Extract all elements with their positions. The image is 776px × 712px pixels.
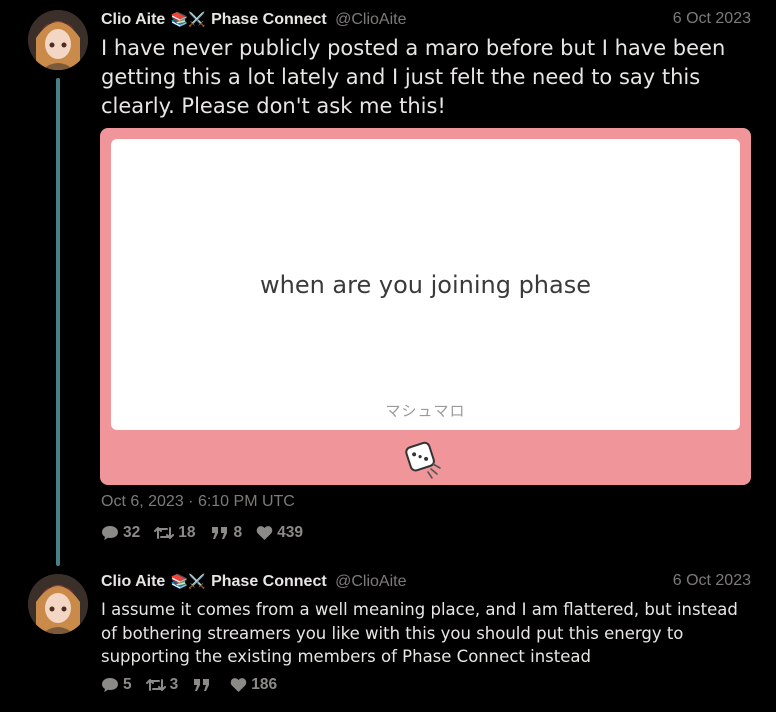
marshmallow-card: when are you joining phase マシュマロ (111, 139, 740, 430)
retweet-count[interactable]: 18 (154, 524, 196, 542)
tweet-reply: Clio Aite 📚⚔️ Phase Connect @ClioAite 6 … (0, 562, 776, 712)
comment-icon (102, 526, 118, 540)
quote-icon (211, 527, 227, 539)
marshmallow-brand: マシュマロ (385, 402, 466, 420)
reply-count[interactable]: 5 (101, 676, 132, 694)
tweet-date[interactable]: 6 Oct 2023 (673, 10, 751, 28)
tweet-header: Clio Aite 📚⚔️ Phase Connect @ClioAite 6 … (101, 10, 751, 30)
tweet-date[interactable]: 6 Oct 2023 (673, 572, 751, 590)
reply-count-value: 5 (123, 676, 132, 693)
like-count[interactable]: 439 (256, 524, 303, 542)
like-count-value: 186 (251, 676, 278, 693)
tweet-header: Clio Aite 📚⚔️ Phase Connect @ClioAite 6 … (101, 572, 751, 592)
quote-count[interactable] (192, 677, 216, 693)
author-emoji: 📚⚔️ (170, 11, 206, 27)
heart-icon (256, 526, 273, 540)
tweet-main: Clio Aite 📚⚔️ Phase Connect @ClioAite 6 … (0, 0, 776, 566)
tweet-stats: 32 18 8 439 (101, 523, 317, 543)
tweet-text: I have never publicly posted a maro befo… (101, 36, 726, 118)
tweet-stats: 5 3 186 (101, 675, 291, 695)
author-org: Phase Connect (211, 573, 327, 590)
tweet-text: I assume it comes from a well meaning pl… (101, 600, 738, 666)
marshmallow-dice-icon (405, 441, 441, 479)
display-name[interactable]: Clio Aite 📚⚔️ Phase Connect (101, 573, 331, 590)
retweet-icon (145, 679, 166, 691)
retweet-icon (154, 527, 175, 539)
media-attachment[interactable]: when are you joining phase マシュマロ (100, 128, 751, 485)
comment-icon (102, 678, 118, 692)
avatar[interactable] (28, 574, 88, 634)
avatar-image (28, 10, 88, 70)
reply-count-value: 32 (123, 524, 141, 541)
reply-count[interactable]: 32 (101, 524, 140, 542)
author-emoji: 📚⚔️ (170, 573, 206, 589)
display-name[interactable]: Clio Aite 📚⚔️ Phase Connect (101, 11, 331, 28)
author-handle[interactable]: @ClioAite (335, 11, 406, 28)
like-count-value: 439 (277, 524, 303, 541)
quote-count-value: 8 (233, 524, 243, 541)
quote-count[interactable]: 8 (210, 524, 243, 542)
marshmallow-question: when are you joining phase (259, 271, 591, 299)
avatar[interactable] (28, 10, 88, 70)
quote-icon (194, 679, 210, 691)
like-count[interactable]: 186 (230, 676, 277, 694)
heart-icon (230, 678, 247, 692)
avatar-image (28, 574, 88, 634)
author-name: Clio Aite (101, 573, 166, 590)
thread-line (56, 78, 60, 566)
author-name: Clio Aite (101, 11, 166, 28)
author-org: Phase Connect (211, 11, 327, 28)
author-handle[interactable]: @ClioAite (335, 573, 406, 590)
tweet-timestamp[interactable]: Oct 6, 2023 · 6:10 PM UTC (101, 493, 295, 511)
retweet-count[interactable]: 3 (145, 676, 179, 694)
retweet-count-value: 3 (169, 676, 179, 693)
retweet-count-value: 18 (178, 524, 196, 541)
